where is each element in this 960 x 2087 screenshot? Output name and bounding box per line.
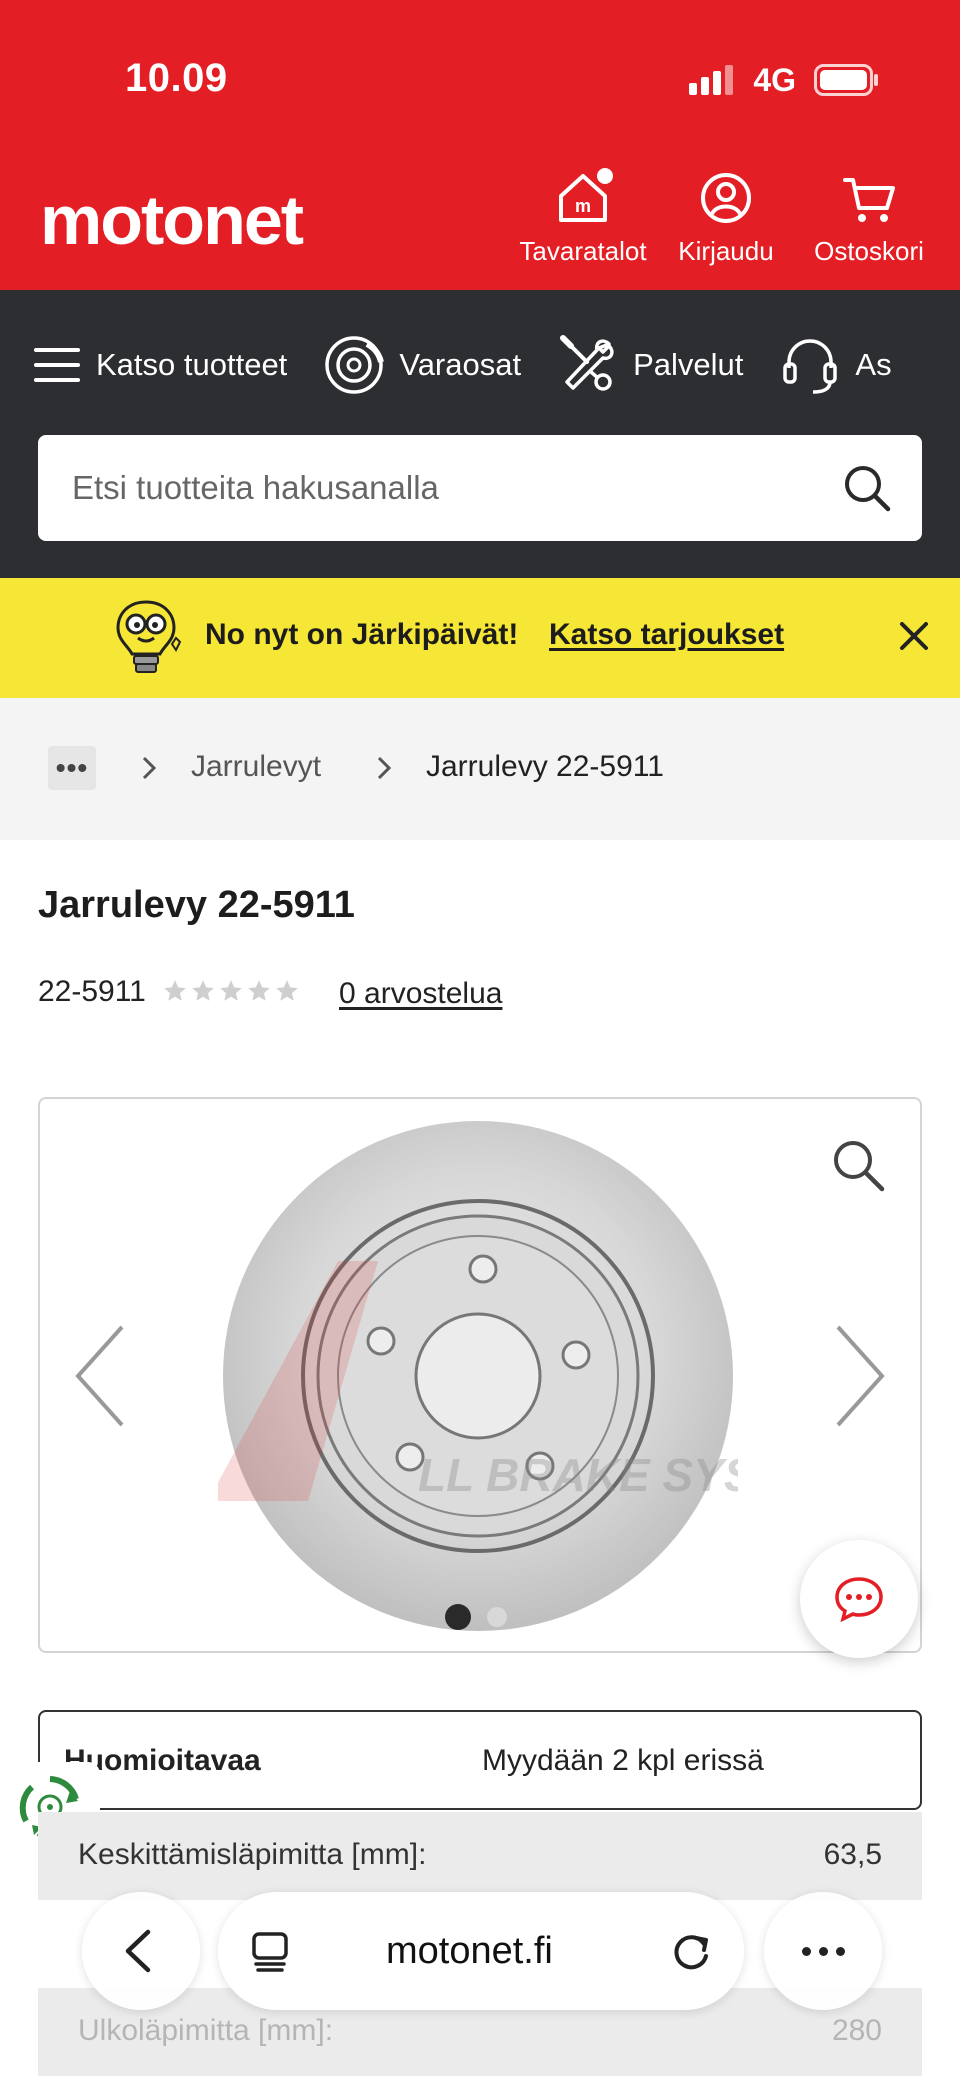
spec-value: 63,5 [823,1838,882,1871]
rating-stars [162,978,300,1004]
network-type: 4G [753,61,796,98]
nav-item-products-label: Katso tuotteet [96,347,288,382]
search-input[interactable] [72,435,812,541]
nav-item-parts-label: Varaosat [399,347,522,382]
headset-icon [783,339,838,394]
nav-item-support-label: As [855,347,892,382]
dot [818,1946,828,1956]
chevron-left-icon [125,1929,151,1973]
browser-more-button[interactable] [764,1892,882,2010]
product-title: Jarrulevy 22-5911 [38,884,355,926]
store-icon: m [559,168,613,222]
nav-item-parts[interactable]: Varaosat [323,334,521,396]
gallery-dot[interactable] [487,1607,507,1627]
promo-text: No nyt on Järkipäivät! [205,618,519,651]
product-image-gallery[interactable]: LL BRAKE SYSTEMS [38,1097,922,1653]
dot [835,1946,845,1956]
spec-label: Keskittämisläpimitta [mm]: [78,1838,427,1871]
star-icon [248,980,270,1001]
motonet-logo[interactable]: motonet [40,180,304,260]
user-icon [701,173,751,223]
breadcrumb-current: Jarrulevy 22-5911 [426,750,664,783]
nav-item-products[interactable]: Katso tuotteet [32,345,287,385]
stores-label: Tavaratalot [519,236,647,266]
gallery-dot-active[interactable] [445,1604,471,1630]
product-sku: 22-5911 [38,975,146,1008]
breadcrumb-parent-link[interactable]: Jarrulevyt [191,750,321,784]
site-header: motonet m Tavaratalot Kirjaudu Ostoskori [0,150,960,290]
star-icon [192,980,214,1001]
nav-item-services[interactable]: Palvelut [557,334,743,396]
brake-disc-icon [325,336,385,394]
brake-disc-image: LL BRAKE SYSTEMS [218,1121,738,1631]
nav-items: Katso tuotteet Varaosat Palvelut As [32,330,928,400]
gallery-pagination [445,1604,507,1630]
chevron-right-icon [142,756,157,780]
svg-text:m: m [575,196,591,216]
battery-icon [814,64,878,96]
tabs-icon[interactable] [250,1930,292,1974]
close-icon[interactable] [892,614,936,658]
next-image-button[interactable] [830,1321,890,1431]
signal-icon [689,65,734,95]
breadcrumb-more-button[interactable]: ••• [48,746,96,790]
stores-button[interactable]: m Tavaratalot [513,168,653,267]
chevron-right-icon [377,756,392,780]
login-label: Kirjaudu [678,236,774,266]
status-bar: 10.09 4G [0,0,960,150]
search-box [38,435,922,541]
dot [801,1946,811,1956]
promo-link[interactable]: Katso tarjoukset [549,618,784,652]
tools-icon [560,335,614,391]
nav-item-services-label: Palvelut [633,347,744,382]
reviews-link[interactable]: 0 arvostelua [339,977,502,1011]
cart-button[interactable]: Ostoskori [799,168,939,267]
chat-bubble-icon [835,1577,883,1623]
star-icon [220,980,242,1001]
status-indicators: 4G [689,60,880,100]
chat-button[interactable] [800,1540,918,1658]
notice-box: Huomioitavaa Myydään 2 kpl erissä [38,1710,922,1810]
menu-icon [34,348,80,382]
star-icon [164,980,186,1001]
browser-toolbar: motonet.fi [0,1880,960,2020]
notice-value: Myydään 2 kpl erissä [482,1744,764,1777]
reload-icon[interactable] [668,1928,714,1974]
login-button[interactable]: Kirjaudu [656,168,796,267]
breadcrumb: ••• Jarrulevyt Jarrulevy 22-5911 [0,698,960,840]
promo-banner: No nyt on Järkipäivät! Katso tarjoukset [0,578,960,698]
category-nav: Katso tuotteet Varaosat Palvelut As Etsi… [0,290,960,578]
cart-icon [843,178,895,222]
lightbulb-mascot-icon [116,600,182,673]
search-icon[interactable] [842,463,892,513]
nav-item-support[interactable]: As [779,334,892,396]
browser-back-button[interactable] [82,1892,200,2010]
svg-text:LL BRAKE SYSTEMS: LL BRAKE SYSTEMS [418,1449,738,1501]
zoom-icon[interactable] [830,1137,886,1193]
url-text: motonet.fi [386,1930,553,1972]
star-icon [276,980,298,1001]
cart-label: Ostoskori [814,236,924,266]
previous-image-button[interactable] [70,1321,130,1431]
address-bar[interactable]: motonet.fi [218,1892,744,2010]
status-time: 10.09 [125,56,228,100]
